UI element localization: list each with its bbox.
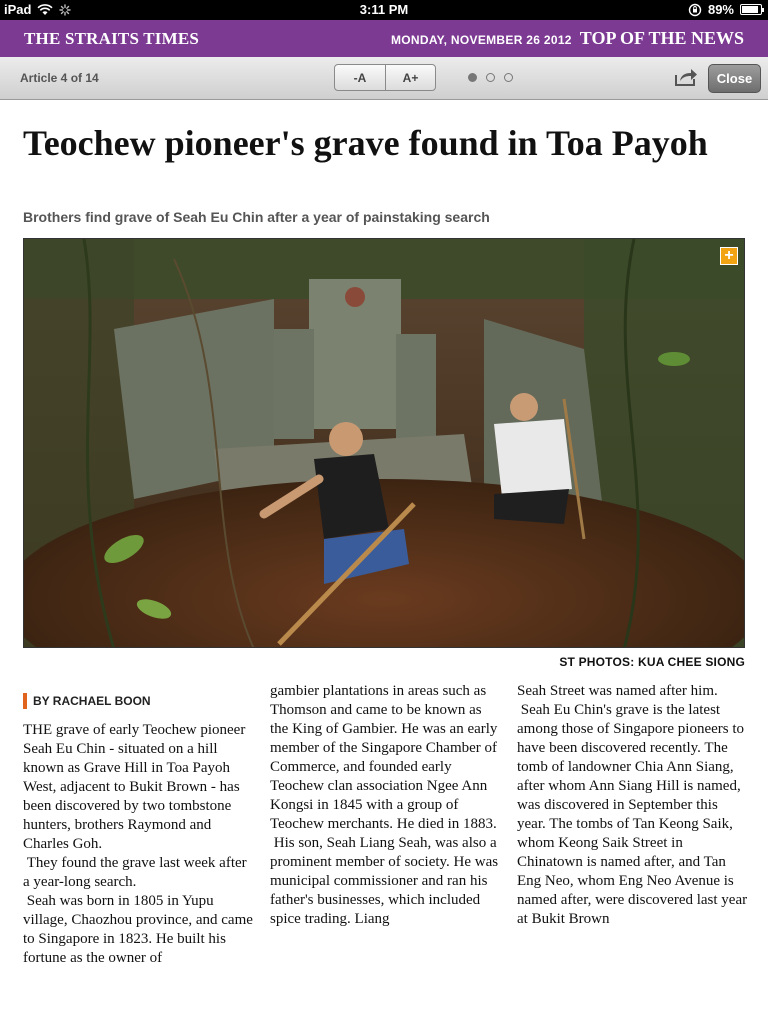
page-dot[interactable] [468, 73, 477, 82]
paragraph: They found the grave last week after a y… [23, 855, 247, 890]
article-headline: Teochew pioneer's grave found in Toa Pay… [23, 123, 708, 163]
section-name: TOP OF THE NEWS [579, 28, 744, 48]
byline-accent-bar [23, 693, 27, 709]
battery-icon [740, 4, 764, 15]
byline: BY RACHAEL BOON [23, 693, 151, 709]
share-icon[interactable] [673, 66, 699, 88]
brand-header: THE STRAITS TIMES MONDAY, NOVEMBER 26 20… [0, 20, 768, 57]
article-subhead: Brothers find grave of Seah Eu Chin afte… [23, 209, 490, 225]
paragraph: Seah Eu Chin's grave is the latest among… [517, 702, 748, 927]
paragraph: gambier plantations in areas such as Tho… [270, 683, 498, 832]
article-toolbar: Article 4 of 14 -A A+ Close [0, 57, 768, 100]
publication-name: THE STRAITS TIMES [24, 29, 200, 48]
battery-percent: 89% [707, 2, 734, 17]
grave-photo-illustration [24, 239, 744, 647]
plus-icon[interactable]: + [720, 247, 738, 265]
paragraph: Seah was born in 1805 in Yupu village, C… [23, 893, 253, 966]
rotation-lock-icon [688, 3, 702, 16]
font-size-control: -A A+ [334, 64, 436, 91]
paragraph: THE grave of early Teochew pioneer Seah … [23, 722, 246, 852]
article-column-3: Seah Street was named after him. Seah Eu… [517, 682, 749, 929]
edition-date: MONDAY, NOVEMBER 26 2012 [390, 33, 572, 47]
paragraph: Seah Street was named after him. [517, 683, 718, 699]
photo-credit: ST PHOTOS: KUA CHEE SIONG [559, 655, 745, 669]
article-column-2: gambier plantations in areas such as Tho… [270, 682, 502, 929]
decrease-font-button[interactable]: -A [335, 65, 385, 90]
page-dot[interactable] [504, 73, 513, 82]
paragraph: His son, Seah Liang Seah, was also a pro… [270, 835, 499, 927]
article-photo[interactable]: + [23, 238, 745, 648]
page-dot[interactable] [486, 73, 495, 82]
increase-font-button[interactable]: A+ [385, 65, 435, 90]
close-button[interactable]: Close [708, 64, 761, 93]
status-bar: iPad 3:11 PM 89% [0, 0, 768, 20]
byline-author: BY RACHAEL BOON [33, 694, 151, 708]
page-indicator[interactable] [468, 73, 513, 82]
article-counter: Article 4 of 14 [20, 71, 99, 85]
status-time: 3:11 PM [359, 2, 409, 17]
article-column-1: THE grave of early Teochew pioneer Seah … [23, 721, 255, 968]
